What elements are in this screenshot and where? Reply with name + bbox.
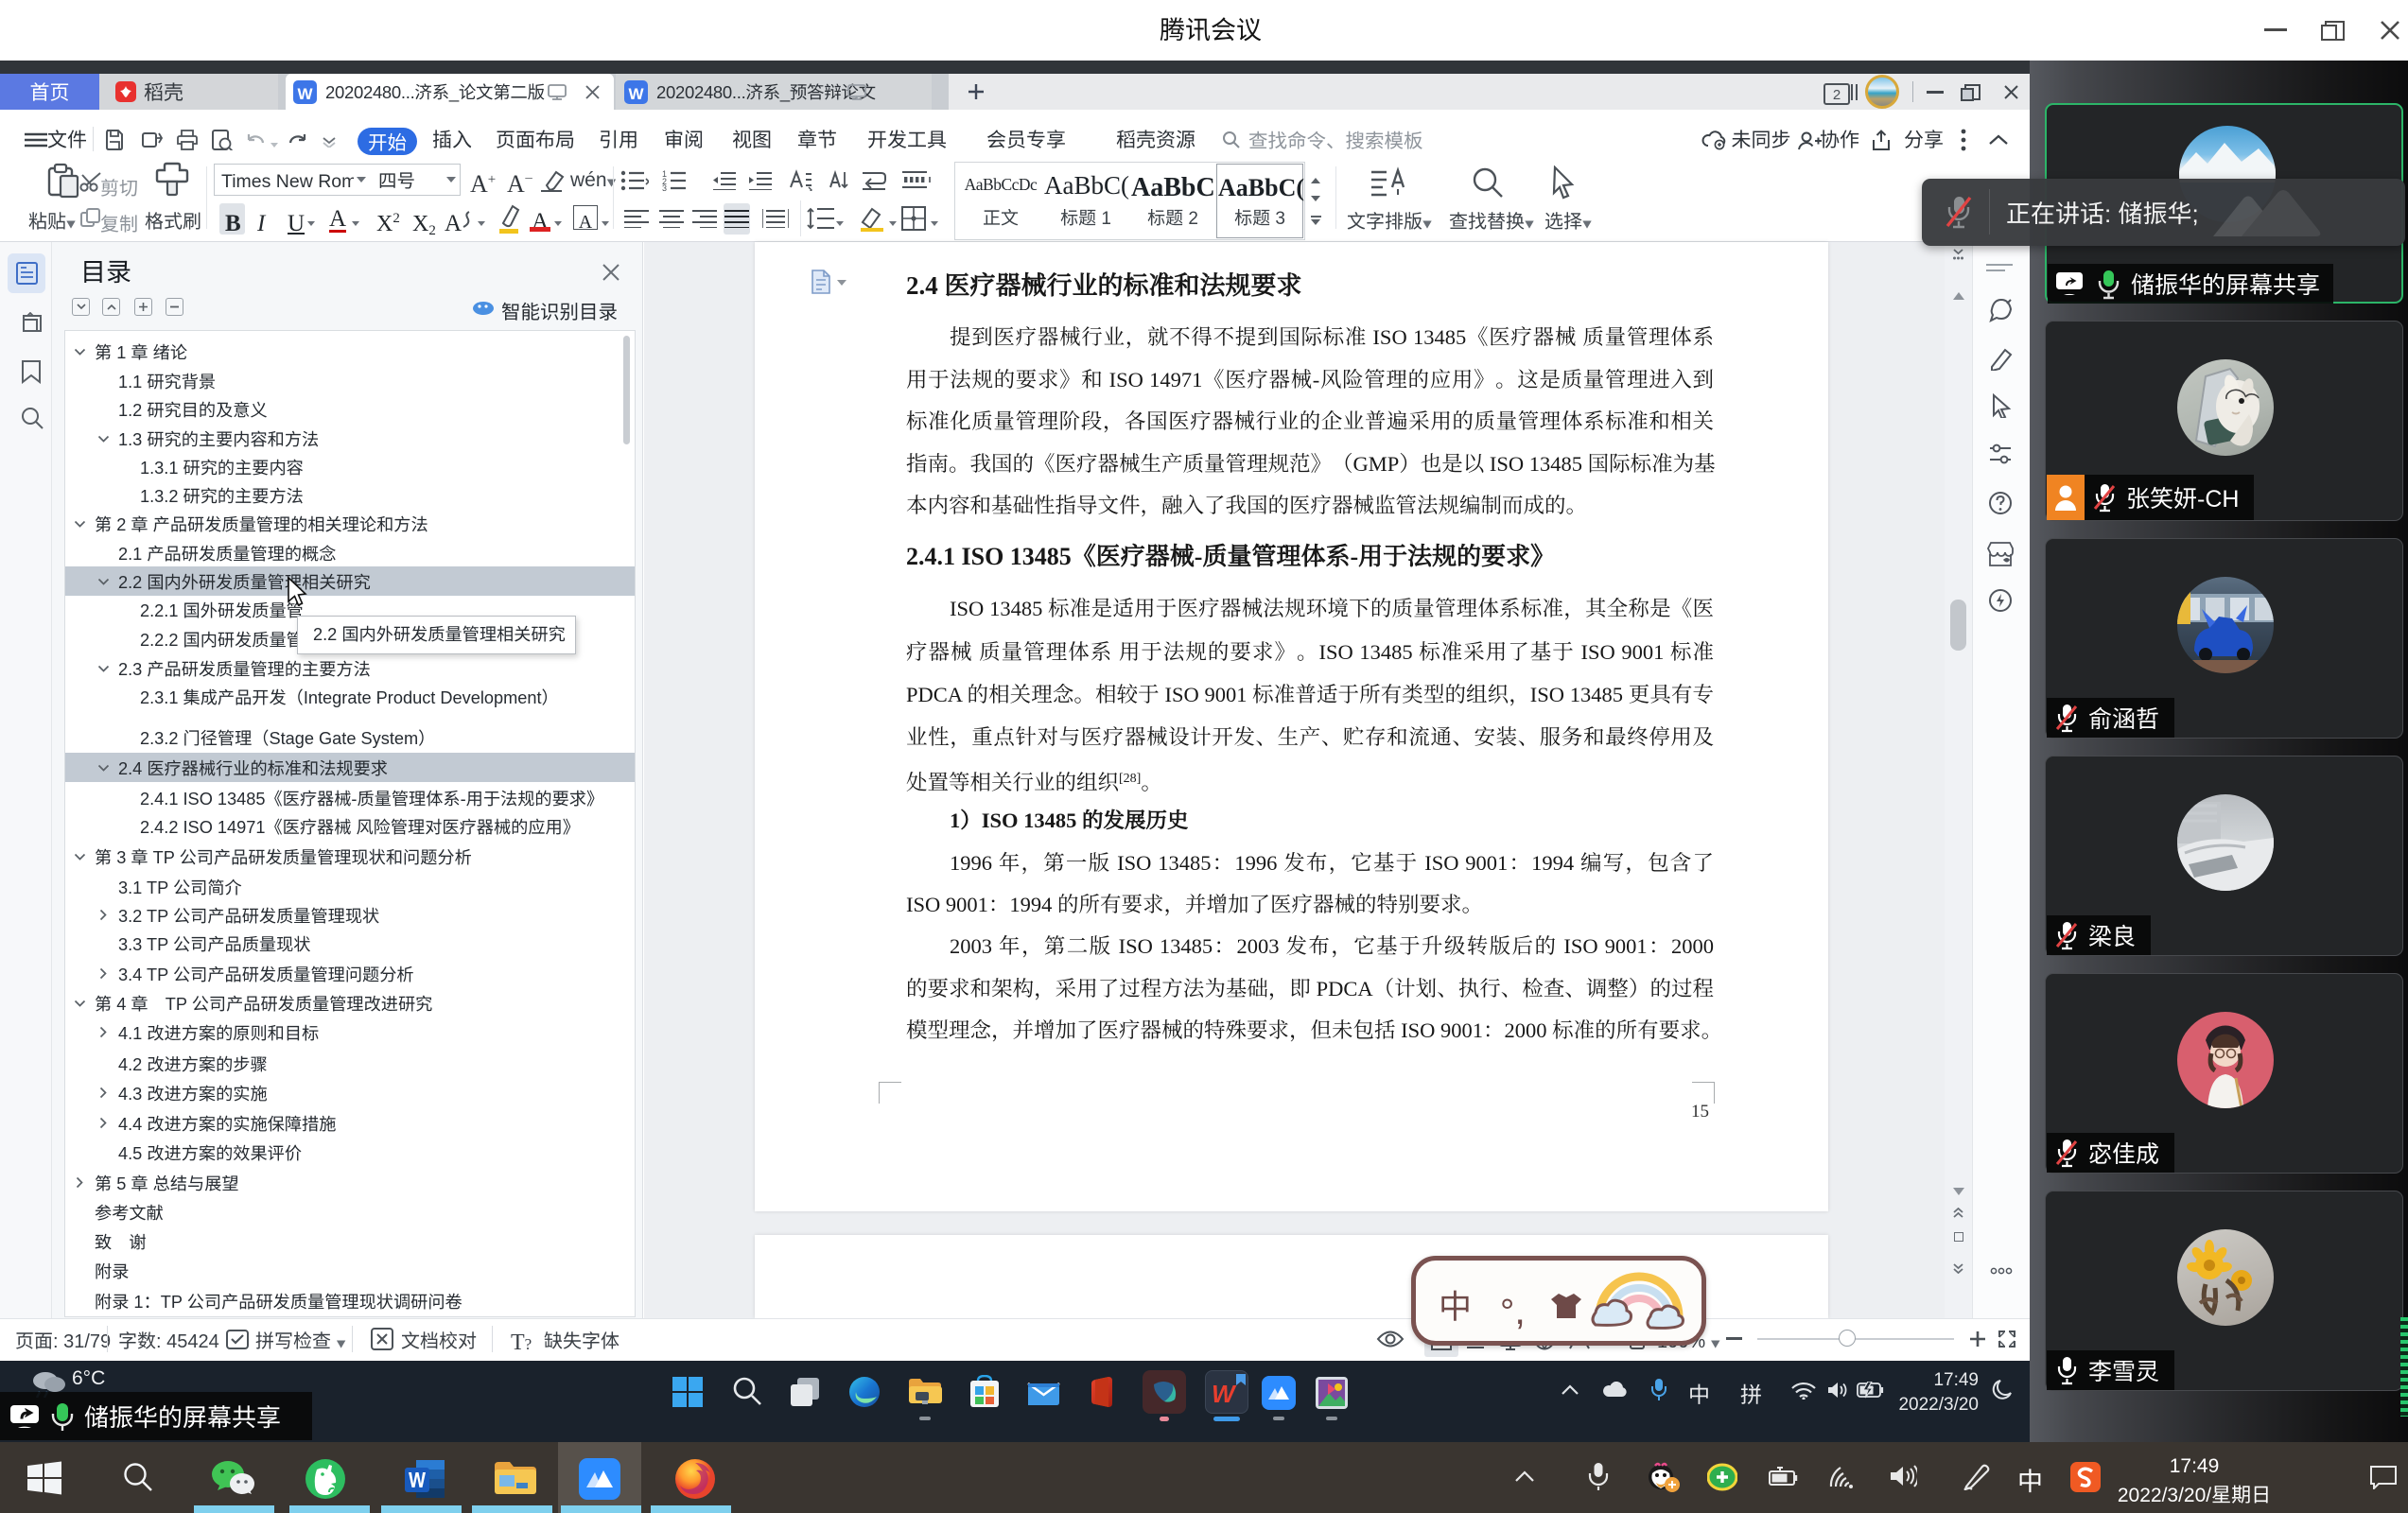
- svg-text:3: 3: [662, 182, 667, 191]
